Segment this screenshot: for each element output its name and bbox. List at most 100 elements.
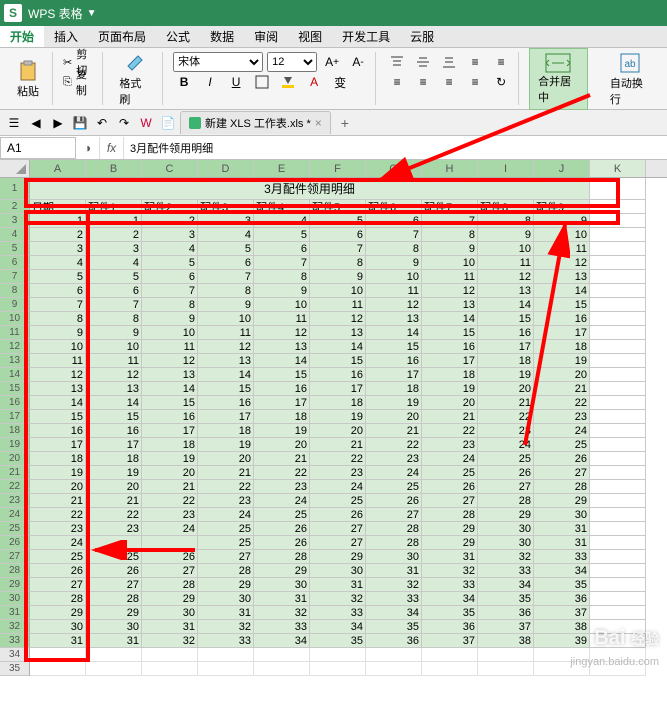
data-cell[interactable]: 8 bbox=[142, 298, 198, 312]
data-cell[interactable]: 14 bbox=[478, 298, 534, 312]
data-cell[interactable]: 35 bbox=[422, 606, 478, 620]
data-cell[interactable]: 25 bbox=[198, 522, 254, 536]
data-cell[interactable]: 28 bbox=[534, 480, 590, 494]
data-cell[interactable]: 27 bbox=[478, 480, 534, 494]
data-cell[interactable]: 23 bbox=[310, 466, 366, 480]
redo-icon[interactable]: ↷ bbox=[114, 113, 134, 133]
data-cell[interactable]: 11 bbox=[534, 242, 590, 256]
data-cell[interactable]: 26 bbox=[86, 564, 142, 578]
data-cell[interactable]: 5 bbox=[254, 228, 310, 242]
cell-k[interactable] bbox=[590, 536, 646, 550]
align-right-button[interactable]: ≡ bbox=[438, 72, 460, 92]
data-cell[interactable]: 1 bbox=[30, 214, 86, 228]
data-cell[interactable]: 26 bbox=[478, 466, 534, 480]
data-cell[interactable]: 20 bbox=[534, 368, 590, 382]
data-cell[interactable]: 34 bbox=[310, 620, 366, 634]
data-cell[interactable]: 32 bbox=[142, 634, 198, 648]
col-head-C[interactable]: C bbox=[142, 160, 198, 177]
data-cell[interactable]: 19 bbox=[534, 354, 590, 368]
data-cell[interactable]: 39 bbox=[534, 634, 590, 648]
menu-视图[interactable]: 视图 bbox=[288, 26, 332, 47]
data-cell[interactable]: 10 bbox=[86, 340, 142, 354]
data-cell[interactable]: 13 bbox=[422, 298, 478, 312]
data-cell[interactable]: 11 bbox=[30, 354, 86, 368]
data-cell[interactable]: 36 bbox=[478, 606, 534, 620]
data-cell[interactable]: 20 bbox=[198, 452, 254, 466]
data-cell[interactable]: 29 bbox=[534, 494, 590, 508]
data-cell[interactable]: 25 bbox=[198, 536, 254, 550]
data-cell[interactable]: 18 bbox=[86, 452, 142, 466]
data-cell[interactable]: 5 bbox=[86, 270, 142, 284]
data-cell[interactable]: 33 bbox=[422, 578, 478, 592]
data-cell[interactable]: 17 bbox=[422, 354, 478, 368]
cell-k[interactable] bbox=[590, 564, 646, 578]
data-cell[interactable]: 8 bbox=[366, 242, 422, 256]
cell-k[interactable] bbox=[590, 200, 646, 214]
data-cell[interactable]: 28 bbox=[366, 522, 422, 536]
row-head-6[interactable]: 6 bbox=[0, 256, 30, 270]
row-head-26[interactable]: 26 bbox=[0, 536, 30, 550]
cell-k[interactable] bbox=[590, 256, 646, 270]
orientation-button[interactable]: ↻ bbox=[490, 72, 512, 92]
data-cell[interactable]: 23 bbox=[422, 438, 478, 452]
data-cell[interactable]: 32 bbox=[254, 606, 310, 620]
data-cell[interactable]: 19 bbox=[30, 466, 86, 480]
data-cell[interactable]: 6 bbox=[30, 284, 86, 298]
data-cell[interactable]: 20 bbox=[254, 438, 310, 452]
empty-cell[interactable] bbox=[366, 648, 422, 662]
row-head-2[interactable]: 2 bbox=[0, 200, 30, 214]
data-cell[interactable]: 11 bbox=[254, 312, 310, 326]
font-name-select[interactable]: 宋体 bbox=[173, 52, 263, 72]
cell-k[interactable] bbox=[590, 494, 646, 508]
wrap-text-button[interactable]: ab 自动换行 bbox=[604, 49, 657, 109]
data-cell[interactable]: 25 bbox=[422, 466, 478, 480]
data-cell[interactable]: 16 bbox=[198, 396, 254, 410]
data-cell[interactable]: 11 bbox=[142, 340, 198, 354]
row-head-27[interactable]: 27 bbox=[0, 550, 30, 564]
data-cell[interactable]: 4 bbox=[254, 214, 310, 228]
data-cell[interactable]: 12 bbox=[310, 312, 366, 326]
doc-tab[interactable]: 新建 XLS 工作表.xls * × bbox=[180, 111, 331, 134]
data-cell[interactable]: 34 bbox=[254, 634, 310, 648]
data-cell[interactable]: 23 bbox=[198, 494, 254, 508]
data-cell[interactable]: 29 bbox=[142, 592, 198, 606]
cell-k[interactable] bbox=[590, 270, 646, 284]
cell-k[interactable] bbox=[590, 480, 646, 494]
data-cell[interactable]: 19 bbox=[310, 410, 366, 424]
data-cell[interactable]: 23 bbox=[534, 410, 590, 424]
data-cell[interactable]: 16 bbox=[478, 326, 534, 340]
data-cell[interactable]: 13 bbox=[534, 270, 590, 284]
cell-k[interactable] bbox=[590, 382, 646, 396]
data-cell[interactable]: 33 bbox=[310, 606, 366, 620]
row-head-12[interactable]: 12 bbox=[0, 340, 30, 354]
data-cell[interactable]: 13 bbox=[254, 340, 310, 354]
border-button[interactable] bbox=[251, 72, 273, 92]
cell-k[interactable] bbox=[590, 228, 646, 242]
data-cell[interactable]: 27 bbox=[310, 536, 366, 550]
data-cell[interactable]: 28 bbox=[478, 494, 534, 508]
fx-icon[interactable]: ◑ bbox=[76, 137, 100, 159]
align-middle-button[interactable] bbox=[412, 52, 434, 72]
cell-k[interactable] bbox=[590, 326, 646, 340]
table-header[interactable]: 配件6 bbox=[366, 200, 422, 214]
data-cell[interactable] bbox=[86, 536, 142, 550]
empty-cell[interactable] bbox=[30, 662, 86, 676]
col-head-E[interactable]: E bbox=[254, 160, 310, 177]
data-cell[interactable]: 15 bbox=[478, 312, 534, 326]
data-cell[interactable]: 25 bbox=[86, 550, 142, 564]
data-cell[interactable]: 26 bbox=[534, 452, 590, 466]
data-cell[interactable]: 29 bbox=[86, 606, 142, 620]
data-cell[interactable]: 18 bbox=[254, 410, 310, 424]
new-tab-button[interactable]: + bbox=[333, 113, 357, 133]
data-cell[interactable]: 30 bbox=[310, 564, 366, 578]
cell-k[interactable] bbox=[590, 466, 646, 480]
phonetic-button[interactable]: 变 bbox=[329, 72, 351, 92]
data-cell[interactable]: 20 bbox=[366, 410, 422, 424]
data-cell[interactable]: 11 bbox=[366, 284, 422, 298]
data-cell[interactable]: 9 bbox=[86, 326, 142, 340]
data-cell[interactable]: 24 bbox=[422, 452, 478, 466]
data-cell[interactable]: 25 bbox=[30, 550, 86, 564]
data-cell[interactable]: 7 bbox=[30, 298, 86, 312]
empty-cell[interactable] bbox=[310, 648, 366, 662]
data-cell[interactable]: 17 bbox=[478, 340, 534, 354]
